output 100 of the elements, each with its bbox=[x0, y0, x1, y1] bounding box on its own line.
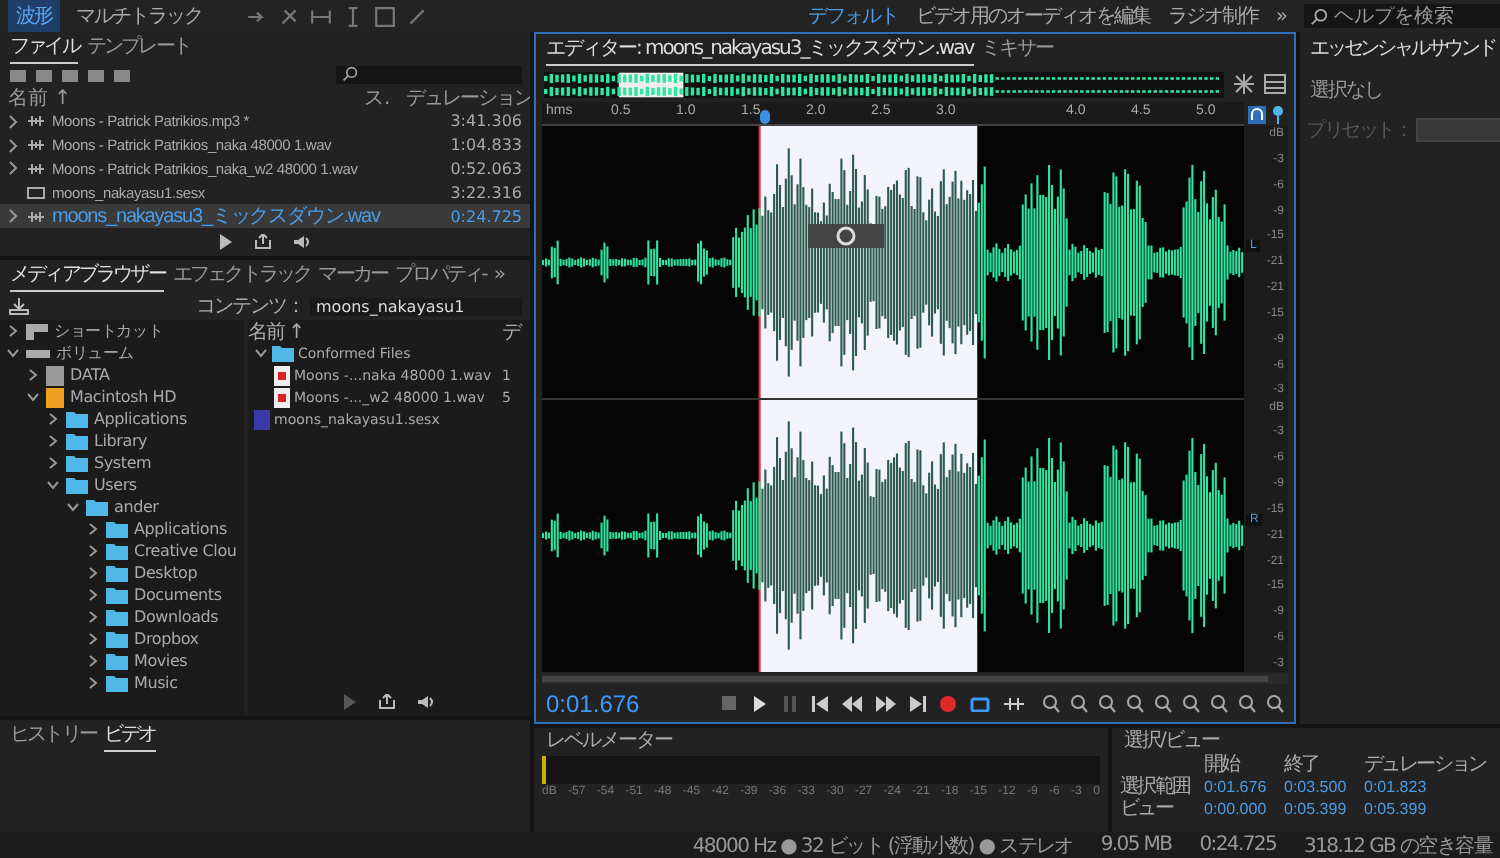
overview-waveform-drawing[interactable] bbox=[544, 71, 1224, 97]
tree-item[interactable]: Documents bbox=[134, 586, 222, 604]
chevron-icon[interactable] bbox=[86, 588, 100, 602]
tree-item[interactable]: Movies bbox=[134, 652, 188, 670]
export-icon[interactable] bbox=[378, 694, 396, 710]
zoom-icon[interactable] bbox=[1124, 694, 1144, 714]
chevron-icon[interactable] bbox=[6, 346, 20, 360]
chevron-icon[interactable] bbox=[26, 368, 40, 382]
tool-icon[interactable] bbox=[310, 5, 332, 27]
chevron-icon[interactable] bbox=[46, 478, 60, 492]
chevron-icon[interactable] bbox=[86, 610, 100, 624]
pin-icon[interactable] bbox=[1272, 105, 1284, 123]
chevron-icon[interactable] bbox=[46, 434, 60, 448]
time-value[interactable]: 0:05.399 bbox=[1364, 800, 1500, 820]
chevron-icon[interactable] bbox=[86, 522, 100, 536]
panel-tab[interactable]: テンプレート bbox=[86, 32, 191, 64]
contents-dropdown[interactable]: moons_nakayasu1 bbox=[310, 297, 522, 315]
tool-icon[interactable] bbox=[278, 5, 300, 27]
tree-item[interactable]: Creative Clou bbox=[134, 542, 237, 560]
zoom-icon[interactable] bbox=[1236, 694, 1256, 714]
skip-icon[interactable] bbox=[1004, 696, 1024, 712]
tree-item[interactable]: ショートカット bbox=[54, 320, 164, 342]
tree-item[interactable]: Users bbox=[94, 476, 137, 494]
tree-item[interactable]: Music bbox=[134, 674, 178, 692]
playhead-handle[interactable] bbox=[759, 110, 770, 124]
volume-hud[interactable] bbox=[808, 224, 885, 249]
time-value[interactable]: 0:03.500 bbox=[1284, 778, 1364, 798]
column-header[interactable]: ス. bbox=[364, 83, 400, 112]
chevron-icon[interactable] bbox=[86, 544, 100, 558]
fast-forward-icon[interactable] bbox=[876, 696, 896, 712]
workspace-tab[interactable]: デフォルト bbox=[807, 2, 898, 30]
tree-item[interactable]: ander bbox=[114, 498, 159, 516]
editor-tab[interactable]: エディター: moons_nakayasu3_ミックスダウン.wav bbox=[546, 34, 974, 66]
column-header[interactable]: デ bbox=[502, 317, 526, 345]
chevron-icon[interactable] bbox=[8, 208, 20, 225]
workspace-tab[interactable]: ラジオ制作 bbox=[1167, 2, 1258, 30]
skip-back-icon[interactable] bbox=[812, 696, 828, 712]
tree-item[interactable]: Library bbox=[94, 432, 148, 450]
tree-item[interactable]: Applications bbox=[94, 410, 187, 428]
panel-tab[interactable]: ファイル bbox=[10, 32, 79, 64]
search-field[interactable] bbox=[336, 65, 522, 84]
zoom-icon[interactable] bbox=[1040, 694, 1060, 714]
layout-icon[interactable] bbox=[1264, 74, 1286, 94]
zoom-icon[interactable] bbox=[1096, 694, 1116, 714]
tool-icon[interactable] bbox=[374, 5, 396, 27]
chevron-icon[interactable] bbox=[86, 632, 100, 646]
loop-icon[interactable] bbox=[970, 696, 990, 712]
knob-icon[interactable] bbox=[836, 226, 857, 247]
speaker-icon[interactable] bbox=[416, 694, 436, 710]
panel-tab[interactable]: エフェクトラック bbox=[172, 260, 311, 292]
speaker-icon[interactable] bbox=[292, 234, 312, 251]
time-value[interactable]: 0:01.676 bbox=[1204, 778, 1284, 798]
tree-item[interactable]: Applications bbox=[134, 520, 227, 538]
time-value[interactable]: 0:00.000 bbox=[1204, 800, 1284, 820]
panel-tab[interactable]: ヒストリー bbox=[10, 720, 97, 752]
mode-tab[interactable]: マルチトラック bbox=[68, 0, 210, 32]
snap-icon[interactable] bbox=[1248, 105, 1266, 123]
column-header[interactable]: 名前 ↑ bbox=[8, 83, 358, 112]
play-icon[interactable] bbox=[218, 234, 234, 251]
chevron-icon[interactable] bbox=[254, 346, 268, 360]
tool-icon[interactable] bbox=[406, 5, 428, 27]
panel-tab[interactable]: メディアブラウザー bbox=[10, 260, 165, 292]
zoom-icon[interactable] bbox=[1208, 694, 1228, 714]
chevron-icon[interactable] bbox=[86, 676, 100, 690]
tree-item[interactable]: Dropbox bbox=[134, 630, 199, 648]
rewind-icon[interactable] bbox=[842, 696, 862, 712]
editor-tab[interactable]: ミキサー bbox=[981, 34, 1054, 66]
zoom-icon[interactable] bbox=[1068, 694, 1088, 714]
export-icon[interactable] bbox=[254, 234, 272, 251]
overflow-button[interactable]: » bbox=[1275, 5, 1286, 27]
chevron-icon[interactable] bbox=[46, 412, 60, 426]
panel-tab[interactable]: ビデオ bbox=[104, 720, 156, 752]
skip-forward-icon[interactable] bbox=[910, 696, 926, 712]
chevron-icon[interactable] bbox=[6, 324, 20, 338]
time-value[interactable]: 0:05.399 bbox=[1284, 800, 1364, 820]
overflow-button[interactable]: » bbox=[493, 263, 504, 289]
zoom-icon[interactable] bbox=[1180, 694, 1200, 714]
zoom-icon[interactable] bbox=[1152, 694, 1172, 714]
tree-item[interactable]: Macintosh HD bbox=[70, 388, 177, 406]
play-icon[interactable] bbox=[752, 696, 768, 712]
tree-item[interactable]: Desktop bbox=[134, 564, 198, 582]
workspace-tab[interactable]: ビデオ用のオーディオを編集 bbox=[915, 2, 1150, 30]
tree-item[interactable]: ボリューム bbox=[56, 342, 135, 364]
scrollbar-thumb[interactable] bbox=[542, 676, 1268, 682]
tree-item[interactable]: DATA bbox=[70, 366, 110, 384]
mode-tab[interactable]: 波形 bbox=[8, 0, 60, 32]
chevron-icon[interactable] bbox=[66, 500, 80, 514]
record-icon[interactable] bbox=[940, 696, 956, 712]
time-value[interactable]: 0:01.823 bbox=[1364, 778, 1500, 798]
chevron-icon[interactable] bbox=[86, 654, 100, 668]
column-header[interactable]: 名前 ↑ bbox=[248, 317, 498, 345]
tree-item[interactable]: Downloads bbox=[134, 608, 219, 626]
tree-item[interactable]: System bbox=[94, 454, 152, 472]
zoom-icon[interactable] bbox=[1264, 694, 1284, 714]
panel-tab[interactable]: マーカー bbox=[318, 260, 388, 292]
chevron-icon[interactable] bbox=[26, 390, 40, 404]
chevron-icon[interactable] bbox=[46, 456, 60, 470]
file-row[interactable]: moons_nakayasu3_ミックスダウン.wav 0:24.725 bbox=[0, 204, 530, 229]
chevron-icon[interactable] bbox=[86, 566, 100, 580]
panel-tab[interactable]: プロパティ- bbox=[395, 260, 486, 292]
